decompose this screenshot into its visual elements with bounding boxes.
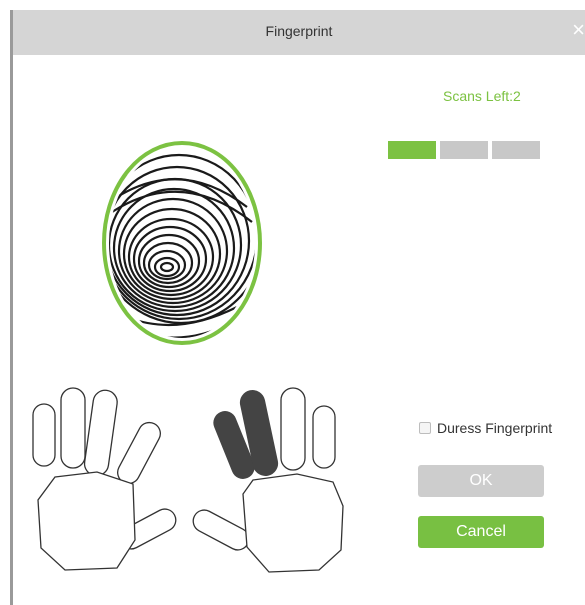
palm-left [37, 471, 136, 571]
fingerprint-icon [102, 141, 262, 345]
hands-diagram [32, 387, 344, 573]
scan-progress-segment-2 [440, 141, 488, 159]
scan-progress [388, 141, 540, 159]
cancel-button[interactable]: Cancel [418, 516, 544, 548]
duress-checkbox[interactable] [419, 422, 431, 434]
finger-left-middle[interactable] [83, 389, 119, 478]
finger-left-pinky[interactable] [32, 403, 56, 467]
scan-progress-segment-1 [388, 141, 436, 159]
dialog-titlebar: Fingerprint × [13, 10, 585, 55]
ok-button[interactable]: OK [418, 465, 544, 497]
dialog-title: Fingerprint [265, 23, 333, 39]
close-icon[interactable]: × [572, 18, 585, 42]
fingerprint-dialog: Fingerprint × Scans Left:2 Duress Finger… [10, 10, 585, 605]
finger-left-index[interactable] [114, 419, 164, 488]
duress-label: Duress Fingerprint [437, 420, 553, 436]
finger-right-pinky[interactable] [312, 405, 336, 469]
finger-right-ring[interactable] [280, 387, 306, 471]
scans-left-text: Scans Left:2 [443, 88, 521, 104]
palm-right [242, 473, 344, 573]
duress-fingerprint-option[interactable]: Duress Fingerprint [419, 420, 552, 436]
finger-left-ring[interactable] [60, 387, 86, 469]
scan-progress-segment-3 [492, 141, 540, 159]
finger-right-thumb[interactable] [189, 506, 252, 554]
